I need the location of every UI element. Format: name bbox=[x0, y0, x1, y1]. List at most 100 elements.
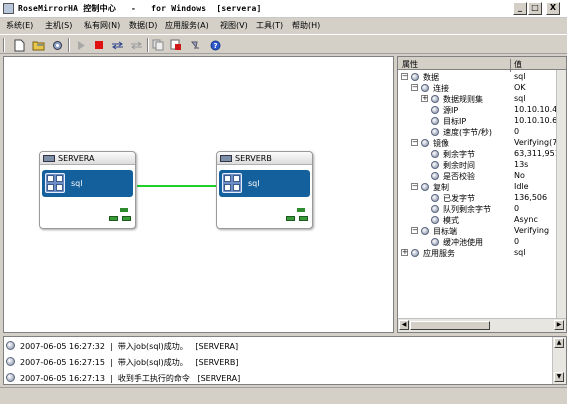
status-indicator-icon bbox=[109, 216, 118, 221]
properties-horizontal-scrollbar[interactable]: ◀ ▶ bbox=[398, 318, 566, 332]
property-row[interactable]: + 数据规则集 sql bbox=[398, 94, 556, 105]
collapse-icon[interactable]: − bbox=[411, 139, 418, 146]
info-icon bbox=[6, 341, 15, 350]
column-header-property[interactable]: 属性 bbox=[402, 59, 418, 70]
property-row[interactable]: 缓冲池使用 0 bbox=[398, 237, 556, 248]
arrow-indicator-icon bbox=[297, 208, 305, 212]
property-row[interactable]: − 连接 OK bbox=[398, 83, 556, 94]
expand-icon[interactable]: + bbox=[401, 249, 408, 256]
collapse-icon[interactable]: − bbox=[411, 84, 418, 91]
log-entry[interactable]: 2007-06-05 16:27:15 | 带入job(sql)成功。 [SER… bbox=[6, 355, 551, 369]
property-row[interactable]: 剩余时间 13s bbox=[398, 160, 556, 171]
menu-view[interactable]: 视图(V) bbox=[220, 20, 248, 31]
job-item[interactable]: sql bbox=[42, 170, 133, 197]
menu-data[interactable]: 数据(D) bbox=[129, 20, 157, 31]
property-label: 连接 bbox=[433, 84, 449, 93]
property-value: 63,311,951 bbox=[514, 149, 556, 158]
property-row[interactable]: 源IP 10.10.10.4 bbox=[398, 105, 556, 116]
column-header-value[interactable]: 值 bbox=[514, 59, 522, 70]
server-header: SERVERB bbox=[217, 152, 312, 165]
close-button[interactable]: X bbox=[546, 2, 560, 15]
property-row[interactable]: + 应用服务 sql bbox=[398, 248, 556, 259]
property-row[interactable]: 目标IP 10.10.10.6 bbox=[398, 116, 556, 127]
job-item[interactable]: sql bbox=[219, 170, 310, 197]
collapse-icon[interactable]: − bbox=[401, 73, 408, 80]
node-icon bbox=[431, 161, 439, 169]
copy-icon[interactable] bbox=[151, 38, 165, 52]
switch-back-icon[interactable] bbox=[129, 38, 143, 52]
job-icon bbox=[45, 173, 65, 193]
property-value: sql bbox=[514, 72, 526, 81]
property-value: 0 bbox=[514, 127, 520, 136]
log-text: 2007-06-05 16:27:15 | 带入job(sql)成功。 [SER… bbox=[20, 358, 239, 367]
menu-tools[interactable]: 工具(T) bbox=[256, 20, 283, 31]
maximize-button[interactable]: □ bbox=[528, 2, 542, 15]
properties-panel: 属性 值 − 数据 sql − 连接 OK + 数据规则集 sql 源IP 10… bbox=[397, 56, 567, 333]
node-icon bbox=[431, 150, 439, 158]
property-value: 10.10.10.4 bbox=[514, 105, 556, 114]
property-value: Idle bbox=[514, 182, 529, 191]
properties-vertical-scrollbar[interactable] bbox=[556, 70, 566, 318]
property-row[interactable]: 是否校验 No bbox=[398, 171, 556, 182]
property-row[interactable]: 队列剩余字节 0 bbox=[398, 204, 556, 215]
log-vertical-scrollbar[interactable]: ▲ ▼ bbox=[552, 337, 566, 384]
menu-private-network[interactable]: 私有网(N) bbox=[84, 20, 120, 31]
job-name: sql bbox=[71, 179, 83, 188]
refresh-icon[interactable] bbox=[188, 38, 202, 52]
menu-help[interactable]: 帮助(H) bbox=[292, 20, 320, 31]
scroll-right-icon[interactable]: ▶ bbox=[554, 320, 564, 330]
property-row[interactable]: − 镜像 Verifying(76% bbox=[398, 138, 556, 149]
minimize-button[interactable]: _ bbox=[513, 2, 527, 15]
expand-icon[interactable]: + bbox=[421, 95, 428, 102]
menu-host[interactable]: 主机(S) bbox=[45, 20, 72, 31]
menu-system[interactable]: 系统(E) bbox=[6, 20, 33, 31]
node-icon bbox=[431, 106, 439, 114]
play-icon[interactable] bbox=[74, 38, 88, 52]
new-icon[interactable] bbox=[12, 38, 26, 52]
property-row[interactable]: 速度(字节/秒) 0 bbox=[398, 127, 556, 138]
open-icon[interactable] bbox=[31, 38, 45, 52]
property-value: sql bbox=[514, 248, 526, 257]
scroll-left-icon[interactable]: ◀ bbox=[399, 320, 409, 330]
status-indicator-icon bbox=[122, 216, 131, 221]
status-indicator-icon bbox=[299, 216, 308, 221]
node-icon bbox=[421, 84, 429, 92]
node-icon bbox=[431, 205, 439, 213]
node-icon bbox=[411, 73, 419, 81]
collapse-icon[interactable]: − bbox=[411, 227, 418, 234]
menu-app-service[interactable]: 应用服务(A) bbox=[165, 20, 209, 31]
node-icon bbox=[431, 194, 439, 202]
delete-icon[interactable] bbox=[169, 38, 183, 52]
scroll-thumb[interactable] bbox=[410, 321, 490, 330]
stop-icon[interactable] bbox=[92, 38, 106, 52]
topology-canvas[interactable]: SERVERA sql SERVERB sql bbox=[3, 56, 394, 333]
property-row[interactable]: − 目标端 Verifying bbox=[398, 226, 556, 237]
log-entry[interactable]: 2007-06-05 16:27:32 | 带入job(sql)成功。 [SER… bbox=[6, 339, 551, 353]
settings-icon[interactable] bbox=[50, 38, 64, 52]
collapse-icon[interactable]: − bbox=[411, 183, 418, 190]
property-row[interactable]: − 数据 sql bbox=[398, 72, 556, 83]
properties-header: 属性 值 bbox=[398, 57, 566, 72]
node-icon bbox=[431, 128, 439, 136]
property-row[interactable]: 剩余字节 63,311,951 bbox=[398, 149, 556, 160]
scroll-down-icon[interactable]: ▼ bbox=[554, 372, 564, 382]
server-node-a[interactable]: SERVERA sql bbox=[39, 151, 136, 229]
scroll-up-icon[interactable]: ▲ bbox=[554, 338, 564, 348]
job-icon bbox=[222, 173, 242, 193]
switch-icon[interactable] bbox=[110, 38, 124, 52]
property-value: 136,506 bbox=[514, 193, 548, 202]
status-bar bbox=[0, 387, 567, 404]
help-icon[interactable]: ? bbox=[208, 38, 222, 52]
node-icon bbox=[421, 227, 429, 235]
property-value: 0 bbox=[514, 237, 520, 246]
log-entry[interactable]: 2007-06-05 16:27:13 | 收到手工执行的命令 [SERVERA… bbox=[6, 371, 551, 385]
property-row[interactable]: 模式 Async bbox=[398, 215, 556, 226]
property-label: 剩余字节 bbox=[443, 150, 475, 159]
property-value: 10.10.10.6 bbox=[514, 116, 556, 125]
server-node-b[interactable]: SERVERB sql bbox=[216, 151, 313, 229]
node-icon bbox=[431, 216, 439, 224]
property-row[interactable]: − 复制 Idle bbox=[398, 182, 556, 193]
property-label: 镜像 bbox=[433, 139, 449, 148]
property-row[interactable]: 已发字节 136,506 bbox=[398, 193, 556, 204]
property-value: Async bbox=[514, 215, 538, 224]
